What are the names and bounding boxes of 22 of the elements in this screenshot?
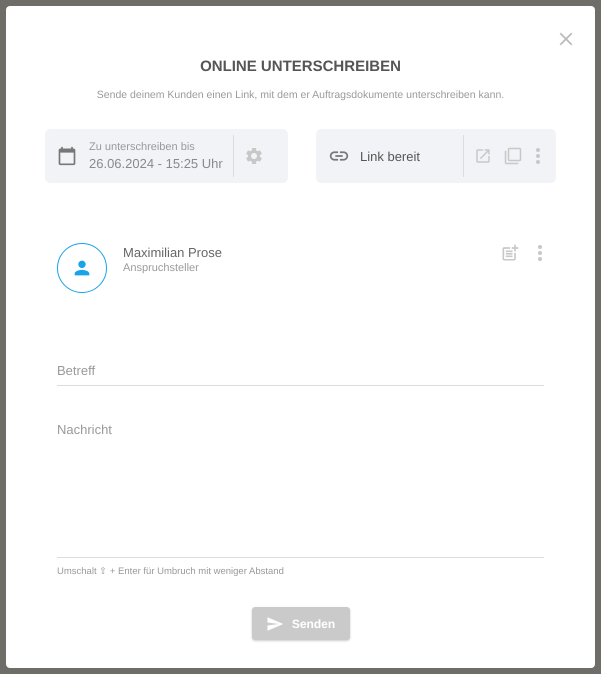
link-status: Link bereit: [360, 148, 421, 164]
dialog-title: ONLINE UNTERSCHREIBEN: [199, 58, 402, 75]
settings-icon: [244, 146, 264, 166]
calendar-icon: [57, 146, 77, 166]
more-icon: [538, 245, 542, 261]
more-button[interactable]: [536, 148, 540, 164]
deadline-label: Zu unterschreiben bis: [89, 141, 196, 153]
more-icon: [536, 148, 540, 164]
recipient-role: Anspruchsteller: [123, 262, 200, 274]
open-external-button[interactable]: [474, 147, 492, 165]
settings-button[interactable]: [244, 146, 264, 166]
copy-icon: [504, 147, 522, 165]
deadline-value: 26.06.2024 - 15:25 Uhr: [89, 156, 223, 171]
send-icon: [266, 614, 284, 632]
message-field[interactable]: Nachricht: [57, 422, 544, 558]
copy-button[interactable]: [504, 147, 522, 165]
recipient-name: Maximilian Prose: [123, 245, 223, 260]
note-add-icon: [500, 243, 520, 263]
message-hint: Umschalt ⇧ + Enter für Umbruch mit weniger Abstand: [57, 565, 285, 577]
dialog-subtitle: Sende deinem Kunden einen Link, mit dem er Auftragsdokumente unterschreiben kann.: [96, 89, 506, 101]
open-external-icon: [474, 147, 492, 165]
note-add-button[interactable]: [500, 243, 520, 263]
